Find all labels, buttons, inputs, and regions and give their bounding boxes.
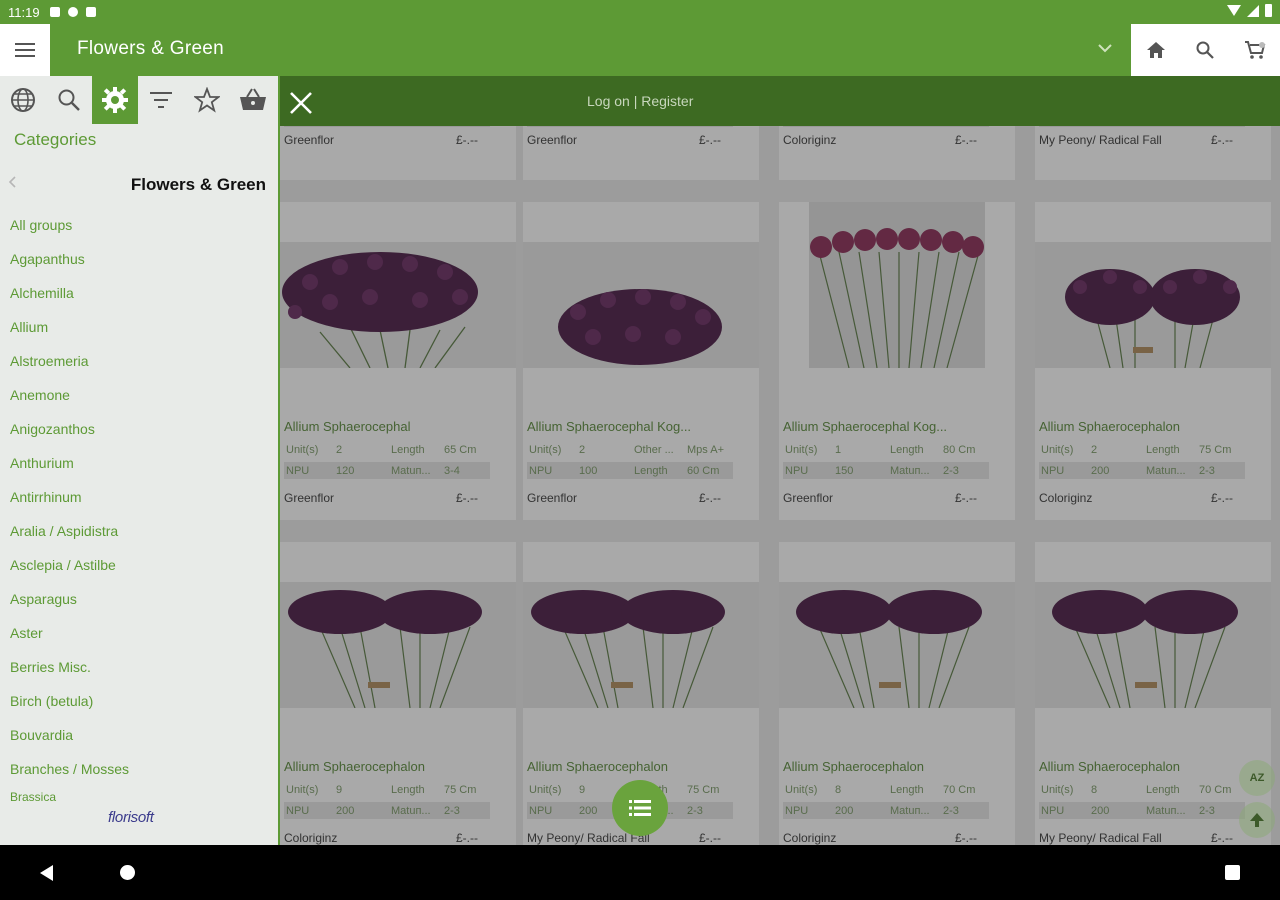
battery-icon — [1265, 4, 1272, 17]
notification-icon — [85, 7, 96, 17]
close-drawer-button[interactable] — [287, 89, 315, 117]
category-item[interactable]: Branches / Mosses — [0, 752, 278, 786]
category-list: All groups Agapanthus Alchemilla Allium … — [0, 208, 278, 808]
filter-icon — [150, 92, 172, 108]
chevron-down-icon[interactable] — [1098, 40, 1112, 56]
florisoft-logo: florisoft — [108, 809, 154, 826]
login-register-link[interactable]: Log on | Register — [587, 93, 693, 109]
system-nav-bar — [0, 845, 1280, 900]
category-item[interactable]: Aralia / Aspidistra — [0, 514, 278, 548]
app-screen: 11:19 Flowers & Green Log on | Register … — [0, 0, 1280, 900]
tab-basket[interactable] — [230, 76, 276, 124]
gear-icon — [102, 87, 128, 113]
category-item[interactable]: Berries Misc. — [0, 650, 278, 684]
list-icon — [629, 800, 651, 816]
status-time: 11:19 — [8, 4, 40, 20]
category-item[interactable]: Allium — [0, 310, 278, 344]
search-icon — [58, 89, 80, 111]
nav-recents-button[interactable] — [1225, 865, 1240, 880]
category-item[interactable]: Brassica — [0, 786, 278, 808]
sort-az-button[interactable]: AZ — [1239, 760, 1275, 796]
search-icon — [1196, 41, 1215, 59]
tab-filter[interactable] — [138, 76, 184, 124]
menu-button[interactable] — [0, 24, 50, 76]
list-view-button[interactable] — [612, 780, 668, 836]
category-item[interactable]: Alchemilla — [0, 276, 278, 310]
signal-icon — [1247, 4, 1259, 17]
nav-back-button[interactable] — [40, 865, 53, 881]
drawer-scrim[interactable] — [278, 126, 1280, 845]
category-item[interactable]: All groups — [0, 208, 278, 242]
category-item[interactable]: Anigozanthos — [0, 412, 278, 446]
wifi-icon — [1227, 5, 1241, 16]
tab-search[interactable] — [46, 76, 92, 124]
status-icons — [1227, 4, 1272, 17]
category-item[interactable]: Alstroemeria — [0, 344, 278, 378]
category-item[interactable]: Anemone — [0, 378, 278, 412]
category-item[interactable]: Aster — [0, 616, 278, 650]
cart-button[interactable] — [1243, 38, 1267, 62]
scroll-top-button[interactable] — [1239, 802, 1275, 838]
status-bar: 11:19 — [0, 0, 1280, 24]
close-icon — [290, 92, 312, 114]
category-item[interactable]: Anthurium — [0, 446, 278, 480]
category-item[interactable]: Antirrhinum — [0, 480, 278, 514]
category-drawer: Categories Flowers & Green All groups Ag… — [0, 76, 280, 845]
current-group-title: Flowers & Green — [130, 175, 266, 194]
basket-icon — [240, 88, 266, 110]
nav-home-button[interactable] — [120, 865, 135, 880]
tab-settings[interactable] — [92, 76, 138, 124]
menu-icon — [15, 43, 35, 45]
drawer-tabs — [0, 76, 278, 124]
notification-icon — [67, 7, 78, 17]
app-bar: Flowers & Green — [0, 24, 1280, 76]
category-item[interactable]: Bouvardia — [0, 718, 278, 752]
category-item[interactable]: Asclepia / Astilbe — [0, 548, 278, 582]
categories-title: Categories — [14, 130, 97, 149]
chevron-left-icon[interactable] — [8, 175, 16, 192]
star-icon — [194, 87, 220, 113]
category-item[interactable]: Birch (betula) — [0, 684, 278, 718]
notification-icon — [49, 7, 60, 17]
sort-az-icon: AZ — [1249, 772, 1265, 784]
tab-language[interactable] — [0, 76, 46, 124]
tab-favorites[interactable] — [184, 76, 230, 124]
search-button[interactable] — [1193, 38, 1217, 62]
category-item[interactable]: Asparagus — [0, 582, 278, 616]
app-actions — [1131, 24, 1280, 76]
home-button[interactable] — [1144, 38, 1168, 62]
globe-icon — [11, 88, 35, 112]
home-icon — [1146, 42, 1165, 58]
arrow-up-icon — [1250, 813, 1264, 827]
app-title: Flowers & Green — [77, 38, 225, 59]
category-item[interactable]: Agapanthus — [0, 242, 278, 276]
